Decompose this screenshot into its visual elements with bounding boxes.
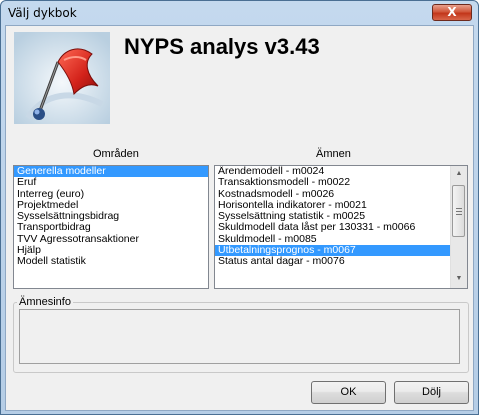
- window-title: Välj dykbok: [8, 6, 77, 20]
- hide-button[interactable]: Dölj: [394, 381, 469, 404]
- scroll-up-icon[interactable]: ▲: [451, 166, 467, 182]
- list-item[interactable]: Eruf: [14, 176, 208, 188]
- dialog-window: Välj dykbok X NYPS analys v3.43 Områden …: [0, 0, 479, 415]
- list-item[interactable]: Transaktionsmodell - m0022: [215, 176, 450, 188]
- scroll-down-icon[interactable]: ▼: [451, 271, 467, 287]
- subjects-listbox[interactable]: Ärendemodell - m0024 Transaktionsmodell -…: [214, 165, 468, 289]
- subject-info-panel: [19, 309, 460, 364]
- close-button[interactable]: X: [432, 4, 472, 21]
- list-item[interactable]: Generella modeller: [14, 166, 208, 178]
- list-item[interactable]: Status antal dagar - m0076: [215, 256, 450, 268]
- title-bar[interactable]: Välj dykbok X: [1, 1, 478, 25]
- list-item[interactable]: Modell statistik: [14, 256, 208, 268]
- list-item[interactable]: TVV Agressotransaktioner: [14, 233, 208, 245]
- ok-button[interactable]: OK: [311, 381, 386, 404]
- areas-label: Områden: [93, 148, 139, 160]
- subjects-label: Ämnen: [316, 148, 351, 160]
- dialog-content: NYPS analys v3.43 Områden Ämnen Generell…: [5, 25, 474, 411]
- areas-listbox[interactable]: Generella modeller Eruf Interreg (euro) Pro…: [13, 165, 209, 289]
- subjects-scrollbar[interactable]: ▲ ▼: [450, 166, 467, 288]
- app-title: NYPS analys v3.43: [124, 34, 320, 59]
- scrollbar-thumb[interactable]: [452, 185, 465, 237]
- flag-logo-icon: [14, 32, 110, 124]
- app-logo: [14, 32, 110, 124]
- subject-info-group: Ämnesinfo: [13, 296, 469, 373]
- subject-info-label: Ämnesinfo: [17, 296, 73, 308]
- close-icon: X: [447, 5, 457, 19]
